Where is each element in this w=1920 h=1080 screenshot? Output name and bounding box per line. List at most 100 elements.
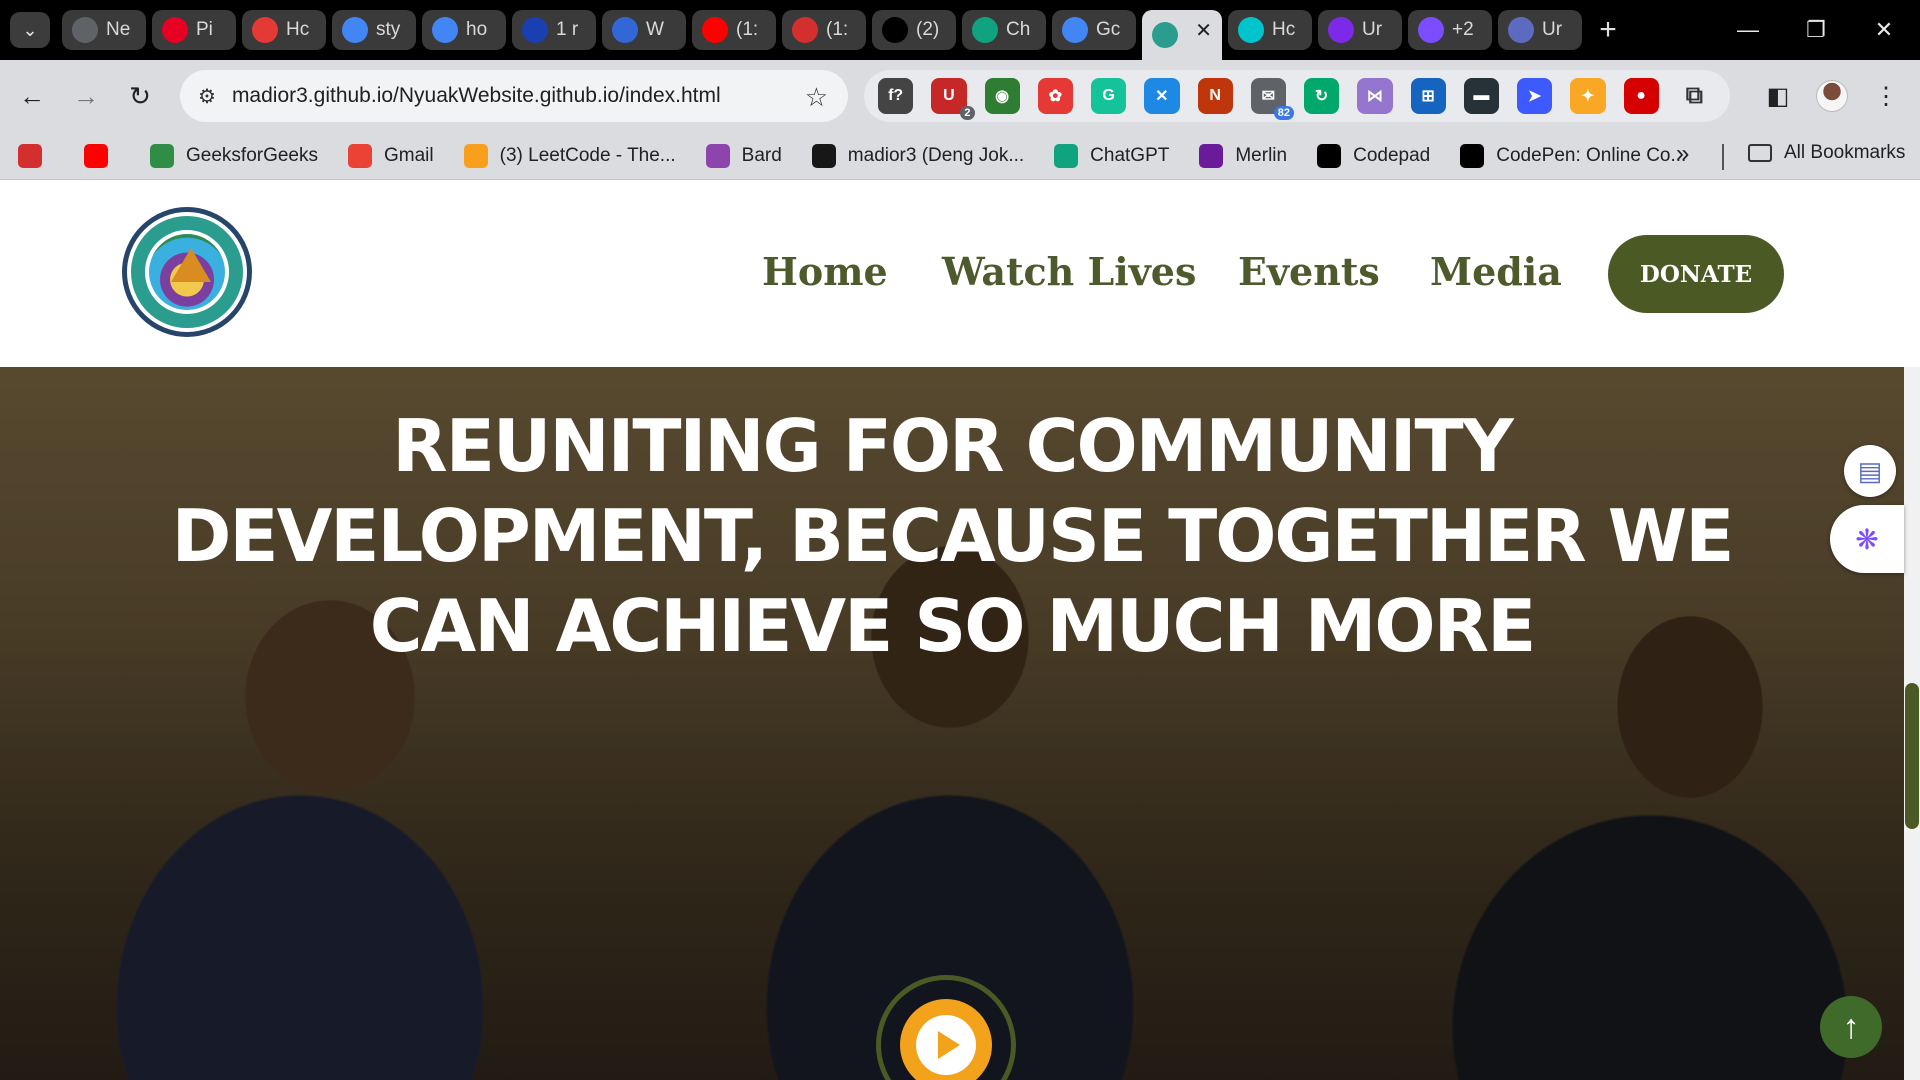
browser-tab[interactable]: sty	[332, 10, 416, 50]
minimize-button[interactable]: —	[1718, 10, 1778, 50]
extension-icon[interactable]: ⋈	[1357, 78, 1393, 114]
hero-section: REUNITING FOR COMMUNITY DEVELOPMENT, BEC…	[0, 367, 1904, 1080]
nav-link-media[interactable]: Media	[1430, 249, 1562, 294]
extension-icon[interactable]: ◉	[984, 78, 1020, 114]
tab-active[interactable]: ✕	[1142, 10, 1222, 60]
tab-list: Ne Pi Hc sty ho 1 r W (1: (1: (2) Ch Gc ✕ Hc Ur +2 Ur +	[62, 10, 1628, 60]
extension-glyph: N	[1209, 87, 1221, 104]
tab-search-button[interactable]: ⌄	[10, 12, 50, 48]
minimize-icon: —	[1737, 17, 1759, 42]
leetcode-icon	[463, 143, 488, 168]
extension-icon[interactable]: ✿	[1037, 78, 1073, 114]
browser-tab[interactable]: Hc	[242, 10, 326, 50]
extension-glyph: ▬	[1473, 87, 1490, 104]
extension-glyph: ⊞	[1421, 88, 1435, 105]
heart-icon	[1418, 17, 1444, 43]
play-video-button[interactable]	[900, 999, 992, 1080]
extension-icon[interactable]: ↻	[1304, 78, 1340, 114]
browser-tab[interactable]: W	[602, 10, 686, 50]
bookmark-item[interactable]: Codepad	[1317, 143, 1430, 168]
extension-icon[interactable]: N	[1197, 78, 1233, 114]
extension-icon[interactable]: ➤	[1517, 78, 1553, 114]
scrollbar-thumb[interactable]	[1905, 683, 1919, 829]
extension-glyph: ↻	[1314, 88, 1329, 105]
extension-icon[interactable]: ⊞	[1410, 78, 1446, 114]
extension-icon[interactable]: ✦	[1570, 78, 1606, 114]
extension-glyph: ●	[1636, 87, 1646, 104]
extension-icon[interactable]: U2	[931, 78, 975, 120]
extension-glyph: ✦	[1581, 88, 1595, 105]
browser-tab[interactable]: ho	[422, 10, 506, 50]
bookmark-item[interactable]: Gmail	[348, 143, 434, 168]
nav-link-home[interactable]: Home	[762, 249, 888, 294]
browser-tab[interactable]: 1 r	[512, 10, 596, 50]
site-settings-icon[interactable]: ⚙	[198, 84, 216, 109]
brain-icon: ❋	[1855, 523, 1879, 555]
bookmark-item[interactable]	[84, 143, 120, 168]
extension-glyph: ✉	[1261, 88, 1276, 105]
bookmark-item[interactable]: Bard	[705, 143, 782, 168]
nav-link-events[interactable]: Events	[1238, 249, 1380, 294]
bookmark-item[interactable]	[18, 143, 54, 168]
browser-tab[interactable]: Ur	[1318, 10, 1402, 50]
bookmark-item[interactable]: GeeksforGeeks	[150, 143, 318, 168]
browser-tab[interactable]: +2	[1408, 10, 1492, 50]
browser-tab[interactable]: Hc	[1228, 10, 1312, 50]
tab-label: Ur	[1542, 19, 1563, 40]
back-button[interactable]: ←	[14, 78, 50, 114]
profile-button[interactable]	[1814, 78, 1850, 114]
browser-tab[interactable]: (1:	[692, 10, 776, 50]
url-text[interactable]: madior3.github.io/NyuakWebsite.github.io…	[232, 84, 721, 108]
close-window-button[interactable]: ✕	[1854, 10, 1914, 50]
codepen-icon	[1460, 143, 1485, 168]
extension-glyph: G	[1102, 87, 1115, 104]
restore-button[interactable]: ❐	[1786, 10, 1846, 50]
browser-tab[interactable]: (1:	[782, 10, 866, 50]
puzzle-extensions-icon[interactable]: ⧉	[1677, 78, 1712, 114]
close-icon: ✕	[1874, 17, 1894, 42]
bookmark-item[interactable]: ChatGPT	[1054, 143, 1169, 168]
extension-glyph: ⋈	[1366, 88, 1383, 105]
browser-tab[interactable]: Gc	[1052, 10, 1136, 50]
bookmarks-overflow-button[interactable]: »	[1676, 140, 1689, 168]
reader-widget-button[interactable]: ▤	[1844, 445, 1896, 497]
extension-icon[interactable]: f?	[878, 78, 914, 114]
site-logo[interactable]	[122, 207, 252, 337]
forward-button[interactable]: →	[68, 78, 104, 114]
ai-brain-widget-button[interactable]: ❋	[1830, 505, 1904, 573]
bookmark-label: Gmail	[384, 144, 434, 166]
nav-link-watch-lives[interactable]: Watch Lives	[942, 249, 1196, 294]
extension-badge: 82	[1273, 106, 1294, 120]
bookmark-item[interactable]: (3) LeetCode - The...	[463, 143, 676, 168]
bookmark-item[interactable]: CodePen: Online Co...	[1460, 143, 1686, 168]
new-tab-button[interactable]: +	[1588, 10, 1628, 50]
extension-glyph: ✿	[1048, 88, 1063, 105]
address-bar[interactable]: ⚙ madior3.github.io/NyuakWebsite.github.…	[180, 70, 848, 122]
all-bookmarks-button[interactable]: All Bookmarks	[1748, 142, 1905, 164]
google-icon	[432, 17, 458, 43]
bookmark-item[interactable]: Merlin	[1199, 143, 1287, 168]
browser-tab[interactable]: Ur	[1498, 10, 1582, 50]
menu-button[interactable]: ⋮	[1868, 78, 1904, 114]
browser-tab[interactable]: Pi	[152, 10, 236, 50]
side-panel-button[interactable]: ◧	[1760, 78, 1796, 114]
bookmark-star-icon[interactable]: ☆	[805, 82, 828, 113]
close-tab-icon[interactable]: ✕	[1195, 18, 1212, 43]
site-header: Home Watch Lives Events Media DONATE	[0, 181, 1920, 367]
tab-label: (2)	[916, 19, 940, 40]
extension-icon[interactable]: G	[1091, 78, 1127, 114]
browser-tab[interactable]: Ne	[62, 10, 146, 50]
donate-button[interactable]: DONATE	[1608, 235, 1784, 313]
extension-icon[interactable]: ●	[1623, 78, 1659, 114]
browser-tab[interactable]: Ch	[962, 10, 1046, 50]
bookmark-item[interactable]: madior3 (Deng Jok...	[811, 143, 1024, 168]
n-icon	[252, 17, 278, 43]
browser-tab[interactable]: (2)	[872, 10, 956, 50]
extension-icon[interactable]: ▬	[1463, 78, 1499, 114]
scroll-to-top-button[interactable]: ↑	[1820, 996, 1882, 1058]
tab-label: 1 r	[556, 19, 579, 40]
reload-button[interactable]: ↻	[122, 78, 158, 114]
extension-icon[interactable]: ✉ 82	[1250, 78, 1294, 120]
x-icon	[882, 17, 908, 43]
extension-icon[interactable]: ✕	[1144, 78, 1180, 114]
